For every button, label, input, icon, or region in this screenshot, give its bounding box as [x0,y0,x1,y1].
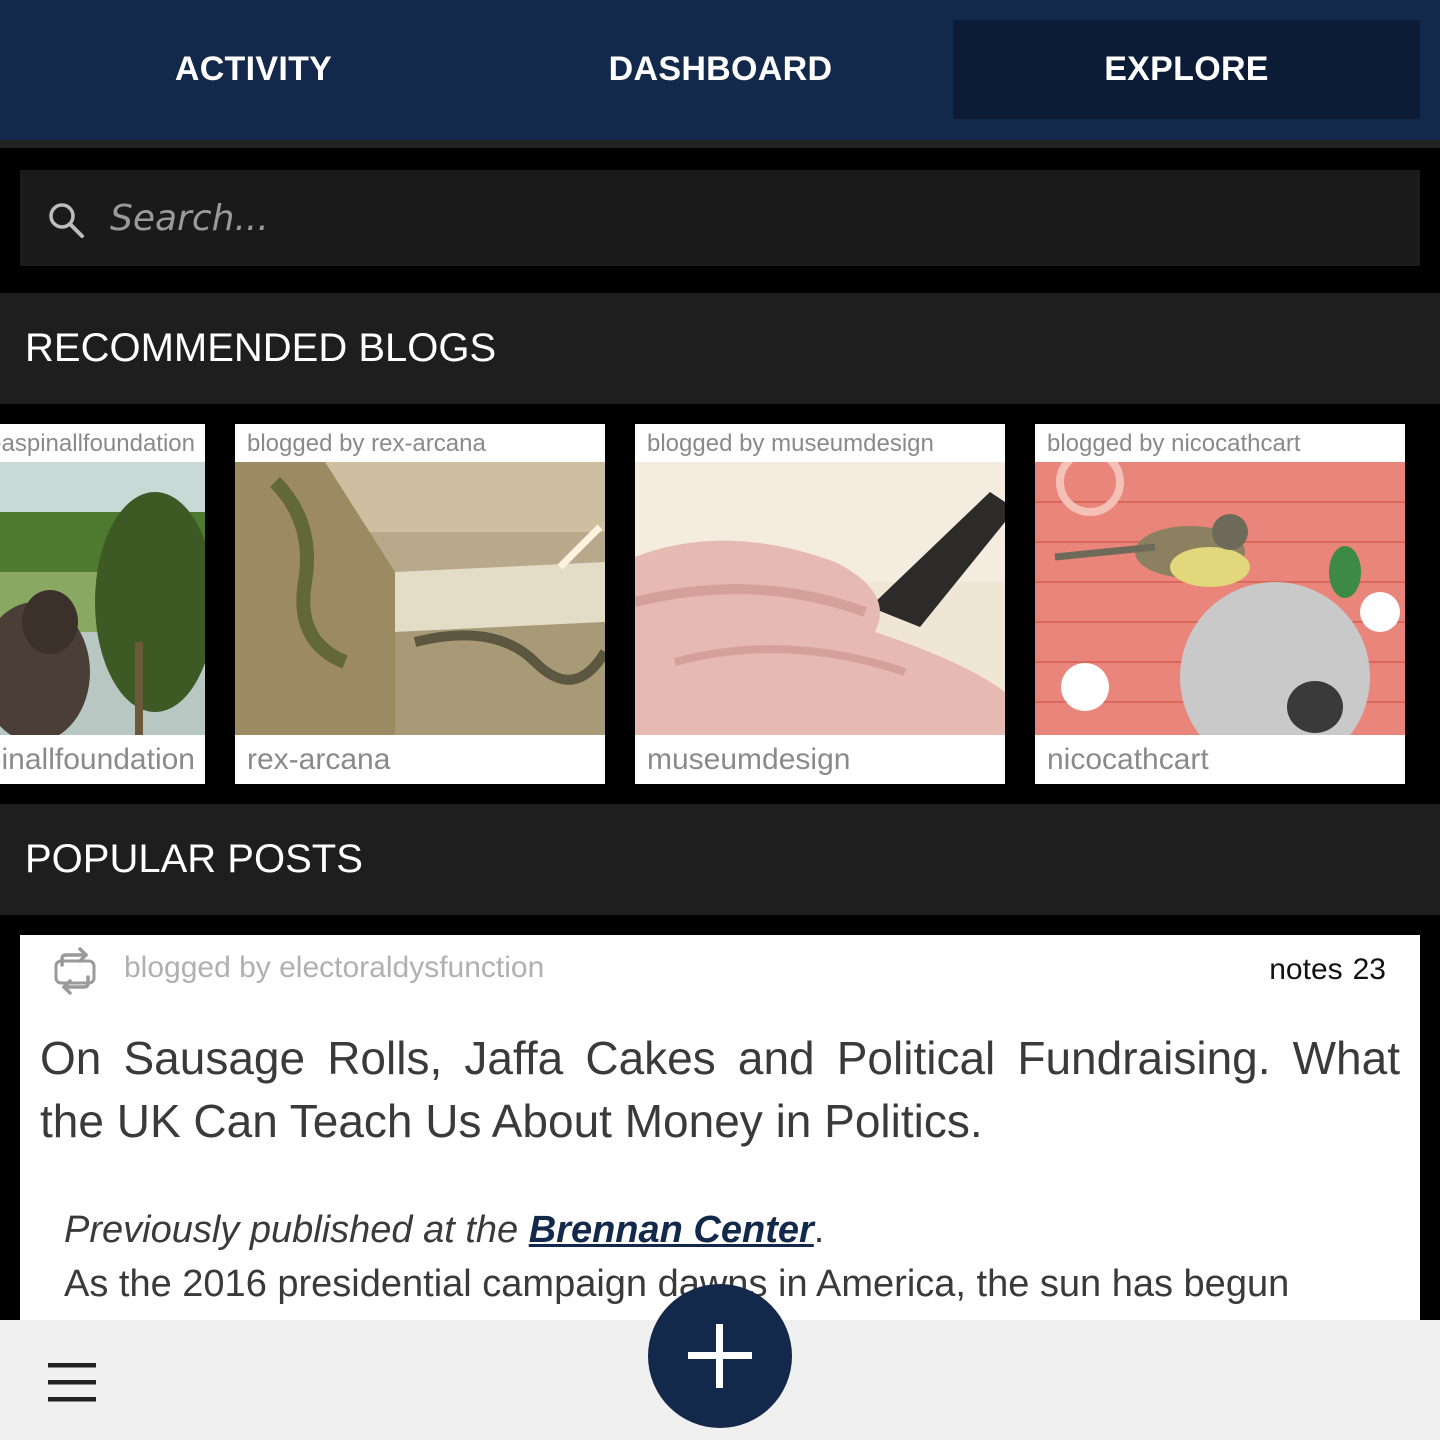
blog-card-name: nicocathcart [1047,743,1209,776]
menu-icon[interactable] [48,1363,96,1403]
blog-card-nicocathcart[interactable]: blogged by nicocathcart nicocathcart [1035,424,1405,784]
blog-card-rex-arcana[interactable]: blogged by rex-arcana rex-arcana [235,424,605,784]
post-title[interactable]: On Sausage Rolls, Jaffa Cakes and Politi… [40,1027,1400,1153]
search-bar[interactable] [20,170,1420,266]
tab-activity[interactable]: ACTIVITY [20,20,487,119]
blog-card-museumdesign[interactable]: blogged by museumdesign museumdesign [635,424,1005,784]
blog-card-name: museumdesign [647,743,851,776]
notes-label: notes [1269,953,1343,986]
post-intro: Previously published at the Brennan Cent… [64,1203,1384,1257]
search-icon [49,203,84,238]
post-author[interactable]: blogged by electoraldysfunction [124,951,544,985]
popular-posts-heading: POPULAR POSTS [0,804,1440,915]
blog-card-byline: blogged by theaspinallfoundation [0,430,195,457]
blog-card-byline: blogged by museumdesign [647,430,934,457]
compose-button[interactable] [648,1284,792,1428]
notes-count: 23 [1352,953,1386,986]
search-input[interactable] [110,170,1400,266]
blog-card-name: theaspinallfoundation [0,743,195,776]
top-tab-bar: ACTIVITY DASHBOARD EXPLORE [0,0,1440,140]
brennan-center-link[interactable]: Brennan Center [529,1209,814,1251]
blog-card-image [235,462,605,735]
tabbar-divider [0,140,1440,148]
recommended-blogs-carousel[interactable]: blogged by theaspinallfoundation theaspi… [0,424,1440,784]
reblog-icon[interactable] [52,947,98,995]
post-card[interactable]: blogged by electoraldysfunction notes 23 … [20,935,1420,1335]
blog-card-theaspinallfoundation[interactable]: blogged by theaspinallfoundation theaspi… [0,424,205,784]
plus-icon [688,1324,752,1388]
post-intro-suffix: . [813,1209,825,1251]
tab-dashboard[interactable]: DASHBOARD [487,20,954,119]
post-notes[interactable]: notes 23 [1259,953,1386,987]
blog-card-byline: blogged by nicocathcart [1047,430,1301,457]
blog-card-image [635,462,1005,735]
tab-explore[interactable]: EXPLORE [953,20,1420,119]
post-intro-prefix: Previously published at the [64,1209,529,1251]
blog-card-name: rex-arcana [247,743,391,776]
blog-card-image [0,462,205,735]
blog-card-byline: blogged by rex-arcana [247,430,486,457]
blog-card-image [1035,462,1405,735]
recommended-blogs-heading: RECOMMENDED BLOGS [0,293,1440,404]
